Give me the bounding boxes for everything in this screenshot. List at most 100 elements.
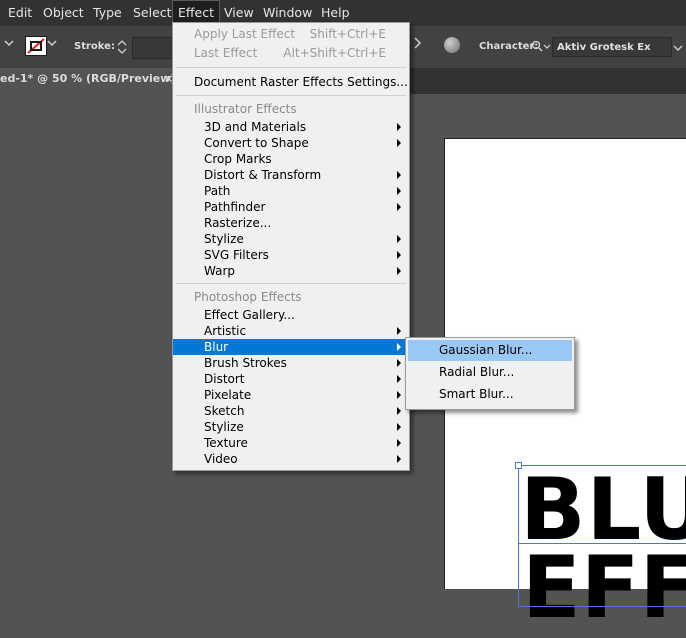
section-header-label: Illustrator Effects [194, 102, 297, 116]
menu-item-distort[interactable]: Distort [173, 371, 409, 387]
menu-item-smart-blur[interactable]: Smart Blur... [408, 384, 572, 405]
menu-item-label: Warp [204, 264, 236, 278]
font-family-value: Aktiv Grotesk Ex [557, 42, 651, 53]
menu-item-label: Pixelate [204, 388, 252, 402]
submenu-arrow-icon [397, 327, 401, 335]
menu-item-label: Stylize [204, 232, 244, 246]
text-baseline [518, 543, 686, 544]
menu-item-label: Texture [204, 436, 248, 450]
menu-separator [176, 283, 406, 284]
selection-handle[interactable] [515, 462, 522, 469]
submenu-arrow-icon [397, 439, 401, 447]
blur-submenu: Gaussian Blur... Radial Blur... Smart Bl… [405, 337, 575, 410]
search-icon[interactable] [531, 40, 551, 57]
menu-separator [176, 95, 406, 96]
menu-item-document-raster-effects-settings[interactable]: Document Raster Effects Settings... [173, 74, 409, 90]
recolor-globe-icon[interactable] [444, 37, 460, 53]
menu-item-pixelate[interactable]: Pixelate [173, 387, 409, 403]
character-label[interactable]: Character: [479, 41, 538, 52]
menu-item-label: Crop Marks [204, 152, 272, 166]
submenu-arrow-icon [397, 423, 401, 431]
menu-item-pathfinder[interactable]: Pathfinder [173, 199, 409, 215]
stroke-dropdown-chevron-icon[interactable] [47, 36, 59, 50]
menu-item-warp[interactable]: Warp [173, 263, 409, 279]
stroke-label: Stroke: [74, 41, 115, 52]
font-dropdown-chevron-icon[interactable] [673, 38, 683, 66]
menu-item-stylize-illustrator[interactable]: Stylize [173, 231, 409, 247]
submenu-arrow-icon [397, 235, 401, 243]
menu-item-label: Gaussian Blur... [439, 343, 533, 357]
submenu-arrow-icon [397, 407, 401, 415]
menu-object[interactable]: Object [37, 0, 90, 26]
menu-item-label: Smart Blur... [439, 387, 514, 401]
photoshop-effects-header: Photoshop Effects [173, 289, 409, 305]
submenu-arrow-icon [397, 203, 401, 211]
menu-item-effect-gallery[interactable]: Effect Gallery... [173, 307, 409, 323]
menu-select[interactable]: Select [127, 0, 178, 26]
menu-item-artistic[interactable]: Artistic [173, 323, 409, 339]
menu-item-video[interactable]: Video [173, 451, 409, 467]
menu-item-sketch[interactable]: Sketch [173, 403, 409, 419]
menu-item-convert-to-shape[interactable]: Convert to Shape [173, 135, 409, 151]
menu-item-stylize-photoshop[interactable]: Stylize [173, 419, 409, 435]
menu-item-brush-strokes[interactable]: Brush Strokes [173, 355, 409, 371]
menu-item-shortcut: Shift+Ctrl+E [309, 27, 386, 41]
menu-item-label: Convert to Shape [204, 136, 309, 150]
stroke-swatch[interactable] [25, 36, 47, 56]
menu-item-label: Document Raster Effects Settings... [194, 75, 408, 89]
menu-item-label: Path [204, 184, 231, 198]
menu-item-blur[interactable]: Blur [173, 339, 409, 355]
menu-item-path[interactable]: Path [173, 183, 409, 199]
menu-item-label: Distort [204, 372, 245, 386]
menu-item-apply-last-effect[interactable]: Apply Last Effect Shift+Ctrl+E [173, 26, 409, 42]
menu-item-label: Stylize [204, 420, 244, 434]
illustrator-effects-header: Illustrator Effects [173, 101, 409, 117]
menu-item-radial-blur[interactable]: Radial Blur... [408, 362, 572, 383]
menu-item-texture[interactable]: Texture [173, 435, 409, 451]
submenu-arrow-icon [397, 391, 401, 399]
menu-item-label: Sketch [204, 404, 245, 418]
menu-item-label: Blur [204, 340, 229, 354]
effect-menu: Apply Last Effect Shift+Ctrl+E Last Effe… [172, 22, 410, 471]
submenu-arrow-icon [397, 375, 401, 383]
menu-separator [176, 67, 406, 68]
menu-item-label: 3D and Materials [204, 120, 307, 134]
menu-item-label: Apply Last Effect [194, 27, 296, 41]
menu-item-distort-and-transform[interactable]: Distort & Transform [173, 167, 409, 183]
menu-item-last-effect[interactable]: Last Effect Alt+Shift+Ctrl+E [173, 45, 409, 61]
menu-type[interactable]: Type [87, 0, 128, 26]
font-family-field[interactable]: Aktiv Grotesk Ex [552, 37, 683, 57]
menu-item-svg-filters[interactable]: SVG Filters [173, 247, 409, 263]
document-tab-title: ed-1* @ 50 % (RGB/Preview) [0, 72, 176, 85]
menu-item-label: Video [204, 452, 238, 466]
menu-item-shortcut: Alt+Shift+Ctrl+E [283, 46, 386, 60]
submenu-arrow-icon [397, 359, 401, 367]
menu-item-label: Artistic [204, 324, 247, 338]
more-options-chevron-icon[interactable] [412, 36, 424, 50]
menu-item-label: Brush Strokes [204, 356, 287, 370]
menu-item-label: Effect Gallery... [204, 308, 295, 322]
submenu-arrow-icon [397, 187, 401, 195]
submenu-arrow-icon [397, 171, 401, 179]
stroke-weight-stepper[interactable] [116, 38, 128, 56]
menu-item-rasterize[interactable]: Rasterize... [173, 215, 409, 231]
menu-item-gaussian-blur[interactable]: Gaussian Blur... [408, 340, 572, 361]
menu-edit[interactable]: Edit [2, 0, 38, 26]
menu-item-label: Distort & Transform [204, 168, 322, 182]
submenu-arrow-icon [397, 123, 401, 131]
submenu-arrow-icon [397, 139, 401, 147]
fill-dropdown-chevron-icon[interactable] [4, 36, 16, 50]
menu-item-label: Radial Blur... [439, 365, 515, 379]
section-header-label: Photoshop Effects [194, 290, 302, 304]
menu-item-label: Last Effect [194, 46, 258, 60]
menu-item-3d-and-materials[interactable]: 3D and Materials [173, 119, 409, 135]
document-tab[interactable]: ed-1* @ 50 % (RGB/Preview) × [0, 68, 180, 94]
menu-item-label: SVG Filters [204, 248, 269, 262]
submenu-arrow-icon [397, 343, 401, 351]
menu-item-crop-marks[interactable]: Crop Marks [173, 151, 409, 167]
menu-item-label: Pathfinder [204, 200, 266, 214]
menu-item-label: Rasterize... [204, 216, 272, 230]
stroke-weight-field[interactable] [132, 37, 174, 59]
submenu-arrow-icon [397, 267, 401, 275]
selection-bounding-box[interactable] [518, 465, 686, 607]
